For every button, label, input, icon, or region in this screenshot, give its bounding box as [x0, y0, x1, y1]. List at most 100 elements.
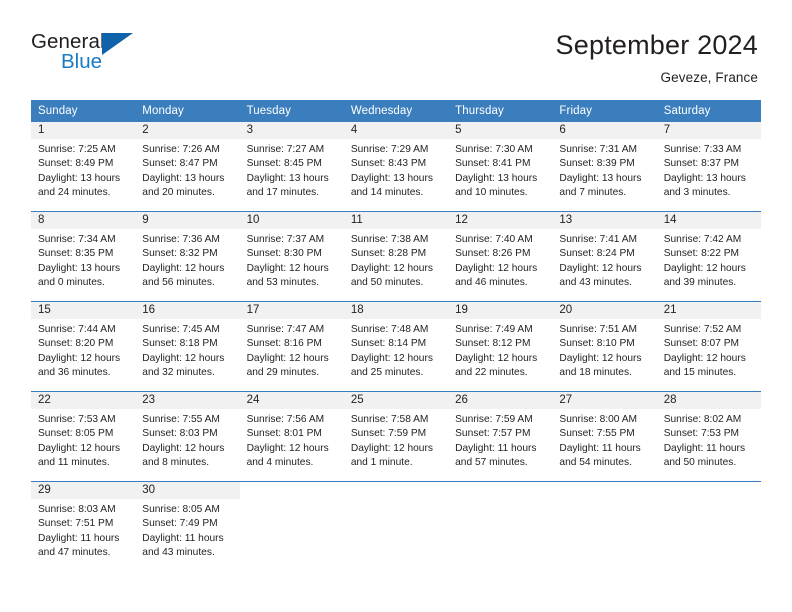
sunset-text: Sunset: 8:20 PM	[38, 338, 114, 350]
day-number: 27	[552, 392, 657, 410]
calendar-day-cell[interactable]: 17 Sunrise: 7:47 AM Sunset: 8:16 PM Dayligh…	[239, 301, 344, 392]
sunrise-text: Sunrise: 7:58 AM	[350, 414, 429, 426]
calendar-day-cell[interactable]: 5 Sunrise: 7:30 AM Sunset: 8:41 PM Daylight…	[448, 122, 553, 212]
sunset-text: Sunset: 7:51 PM	[38, 518, 114, 530]
calendar-day-cell[interactable]: 23 Sunrise: 7:55 AM Sunset: 8:03 PM Dayligh…	[135, 391, 240, 482]
daylight-text-line1: Daylight: 13 hours	[38, 262, 121, 274]
calendar-body: 1 Sunrise: 7:25 AM Sunset: 8:49 PM Daylight…	[31, 122, 761, 572]
calendar-day-cell[interactable]: 7 Sunrise: 7:33 AM Sunset: 8:37 PM Daylight…	[656, 122, 761, 212]
page-title: September 2024	[555, 30, 758, 60]
daylight-text-line1: Daylight: 12 hours	[559, 262, 642, 274]
daylight-text-line1: Daylight: 12 hours	[663, 352, 746, 364]
calendar-day-cell[interactable]: 2 Sunrise: 7:26 AM Sunset: 8:47 PM Daylight…	[135, 122, 240, 212]
calendar-day-cell[interactable]: 28 Sunrise: 8:02 AM Sunset: 7:53 PM Dayligh…	[656, 391, 761, 482]
weekday-header-saturday: Saturday	[656, 100, 761, 123]
sunrise-text: Sunrise: 7:41 AM	[559, 234, 637, 246]
day-details: Sunrise: 7:56 AM Sunset: 8:01 PM Daylight:…	[240, 409, 344, 471]
calendar-day-cell	[343, 481, 449, 572]
sunset-text: Sunset: 8:49 PM	[38, 158, 114, 170]
day-number	[343, 482, 449, 500]
daylight-text-line1: Daylight: 12 hours	[38, 442, 121, 454]
day-number: 4	[343, 122, 449, 140]
day-details: Sunrise: 7:55 AM Sunset: 8:03 PM Daylight:…	[135, 409, 239, 471]
calendar-day-cell[interactable]: 25 Sunrise: 7:58 AM Sunset: 7:59 PM Dayligh…	[343, 391, 449, 482]
calendar-day-cell[interactable]: 10 Sunrise: 7:37 AM Sunset: 8:30 PM Dayligh…	[239, 211, 344, 302]
calendar-day-cell[interactable]: 22 Sunrise: 7:53 AM Sunset: 8:05 PM Dayligh…	[31, 391, 136, 482]
daylight-text-line2: and 47 minutes.	[38, 547, 111, 559]
calendar-day-cell[interactable]: 13 Sunrise: 7:41 AM Sunset: 8:24 PM Dayligh…	[552, 211, 657, 302]
calendar-day-cell[interactable]: 27 Sunrise: 8:00 AM Sunset: 7:55 PM Dayligh…	[552, 391, 657, 482]
day-number: 26	[448, 392, 553, 410]
day-cell-content: 5 Sunrise: 7:30 AM Sunset: 8:41 PM Daylight…	[448, 122, 553, 211]
calendar-day-cell[interactable]: 19 Sunrise: 7:49 AM Sunset: 8:12 PM Dayligh…	[448, 301, 553, 392]
day-number: 3	[239, 122, 344, 140]
day-cell-content: 4 Sunrise: 7:29 AM Sunset: 8:43 PM Daylight…	[343, 122, 449, 211]
day-cell-content: 27 Sunrise: 8:00 AM Sunset: 7:55 PM Dayligh…	[552, 392, 657, 481]
sunrise-text: Sunrise: 7:44 AM	[38, 324, 116, 336]
sunrise-text: Sunrise: 7:45 AM	[142, 324, 220, 336]
calendar-day-cell[interactable]: 12 Sunrise: 7:40 AM Sunset: 8:26 PM Dayligh…	[448, 211, 553, 302]
daylight-text-line2: and 3 minutes.	[663, 187, 731, 199]
sunrise-text: Sunrise: 7:30 AM	[455, 144, 533, 156]
daylight-text-line1: Daylight: 12 hours	[142, 352, 225, 364]
calendar-day-cell[interactable]: 1 Sunrise: 7:25 AM Sunset: 8:49 PM Daylight…	[31, 122, 136, 212]
sunset-text: Sunset: 8:45 PM	[246, 158, 322, 170]
sunset-text: Sunset: 7:55 PM	[559, 428, 635, 440]
general-blue-logo[interactable]: General Blue	[31, 28, 143, 80]
calendar-day-cell[interactable]: 29 Sunrise: 8:03 AM Sunset: 7:51 PM Dayligh…	[31, 481, 136, 572]
sunset-text: Sunset: 8:28 PM	[350, 248, 427, 260]
calendar-day-cell[interactable]: 8 Sunrise: 7:34 AM Sunset: 8:35 PM Daylight…	[31, 211, 136, 302]
daylight-text-line2: and 8 minutes.	[142, 457, 210, 469]
day-details: Sunrise: 7:41 AM Sunset: 8:24 PM Daylight:…	[552, 229, 656, 291]
sunset-text: Sunset: 8:03 PM	[142, 428, 218, 440]
sunrise-text: Sunrise: 7:59 AM	[455, 414, 533, 426]
calendar-day-cell[interactable]: 6 Sunrise: 7:31 AM Sunset: 8:39 PM Daylight…	[552, 122, 657, 212]
daylight-text-line2: and 11 minutes.	[38, 457, 110, 469]
calendar-day-cell[interactable]: 15 Sunrise: 7:44 AM Sunset: 8:20 PM Dayligh…	[31, 301, 136, 392]
calendar-day-cell[interactable]: 9 Sunrise: 7:36 AM Sunset: 8:32 PM Daylight…	[135, 211, 240, 302]
day-number: 25	[343, 392, 449, 410]
daylight-text-line1: Daylight: 12 hours	[455, 352, 538, 364]
calendar-day-cell[interactable]: 20 Sunrise: 7:51 AM Sunset: 8:10 PM Dayligh…	[552, 301, 657, 392]
sunset-text: Sunset: 8:43 PM	[350, 158, 427, 170]
day-cell-content: 16 Sunrise: 7:45 AM Sunset: 8:18 PM Dayligh…	[135, 302, 240, 391]
day-number: 1	[31, 122, 136, 140]
day-cell-content: 3 Sunrise: 7:27 AM Sunset: 8:45 PM Daylight…	[239, 122, 344, 211]
day-details: Sunrise: 7:44 AM Sunset: 8:20 PM Daylight:…	[31, 319, 135, 381]
sunrise-text: Sunrise: 7:53 AM	[38, 414, 116, 426]
day-cell-content	[239, 482, 344, 571]
day-cell-content: 19 Sunrise: 7:49 AM Sunset: 8:12 PM Dayligh…	[448, 302, 553, 391]
day-cell-content: 7 Sunrise: 7:33 AM Sunset: 8:37 PM Daylight…	[656, 122, 761, 211]
day-number: 16	[135, 302, 240, 320]
day-details: Sunrise: 8:00 AM Sunset: 7:55 PM Daylight:…	[552, 409, 656, 471]
calendar-day-cell[interactable]: 24 Sunrise: 7:56 AM Sunset: 8:01 PM Dayligh…	[239, 391, 344, 482]
day-number: 30	[135, 482, 240, 500]
calendar-day-cell[interactable]: 30 Sunrise: 8:05 AM Sunset: 7:49 PM Dayligh…	[135, 481, 240, 572]
calendar-day-cell[interactable]: 18 Sunrise: 7:48 AM Sunset: 8:14 PM Dayligh…	[343, 301, 449, 392]
daylight-text-line2: and 0 minutes.	[38, 277, 105, 289]
day-cell-content: 18 Sunrise: 7:48 AM Sunset: 8:14 PM Dayligh…	[343, 302, 449, 391]
calendar-day-cell[interactable]: 11 Sunrise: 7:38 AM Sunset: 8:28 PM Dayligh…	[343, 211, 449, 302]
sunset-text: Sunset: 8:37 PM	[663, 158, 740, 170]
daylight-text-line1: Daylight: 11 hours	[142, 532, 224, 544]
sunset-text: Sunset: 8:18 PM	[142, 338, 218, 350]
daylight-text-line2: and 53 minutes.	[246, 277, 320, 289]
day-cell-content: 23 Sunrise: 7:55 AM Sunset: 8:03 PM Dayligh…	[135, 392, 240, 481]
daylight-text-line2: and 4 minutes.	[246, 457, 314, 469]
weekday-header-tuesday: Tuesday	[239, 100, 344, 123]
sunset-text: Sunset: 8:35 PM	[38, 248, 114, 260]
day-cell-content: 26 Sunrise: 7:59 AM Sunset: 7:57 PM Dayligh…	[448, 392, 553, 481]
daylight-text-line2: and 43 minutes.	[142, 547, 215, 559]
calendar-day-cell[interactable]: 16 Sunrise: 7:45 AM Sunset: 8:18 PM Dayligh…	[135, 301, 240, 392]
calendar-day-cell	[448, 481, 553, 572]
calendar-day-cell[interactable]: 21 Sunrise: 7:52 AM Sunset: 8:07 PM Dayligh…	[656, 301, 761, 392]
day-cell-content: 30 Sunrise: 8:05 AM Sunset: 7:49 PM Dayligh…	[135, 482, 240, 571]
calendar-day-cell[interactable]: 3 Sunrise: 7:27 AM Sunset: 8:45 PM Daylight…	[239, 122, 344, 212]
calendar-day-cell[interactable]: 26 Sunrise: 7:59 AM Sunset: 7:57 PM Dayligh…	[448, 391, 553, 482]
daylight-text-line1: Daylight: 11 hours	[38, 532, 120, 544]
calendar-day-cell[interactable]: 4 Sunrise: 7:29 AM Sunset: 8:43 PM Daylight…	[343, 122, 449, 212]
sunset-text: Sunset: 8:41 PM	[455, 158, 531, 170]
sunrise-text: Sunrise: 7:29 AM	[350, 144, 429, 156]
sunrise-text: Sunrise: 7:33 AM	[663, 144, 742, 156]
calendar-day-cell[interactable]: 14 Sunrise: 7:42 AM Sunset: 8:22 PM Dayligh…	[656, 211, 761, 302]
